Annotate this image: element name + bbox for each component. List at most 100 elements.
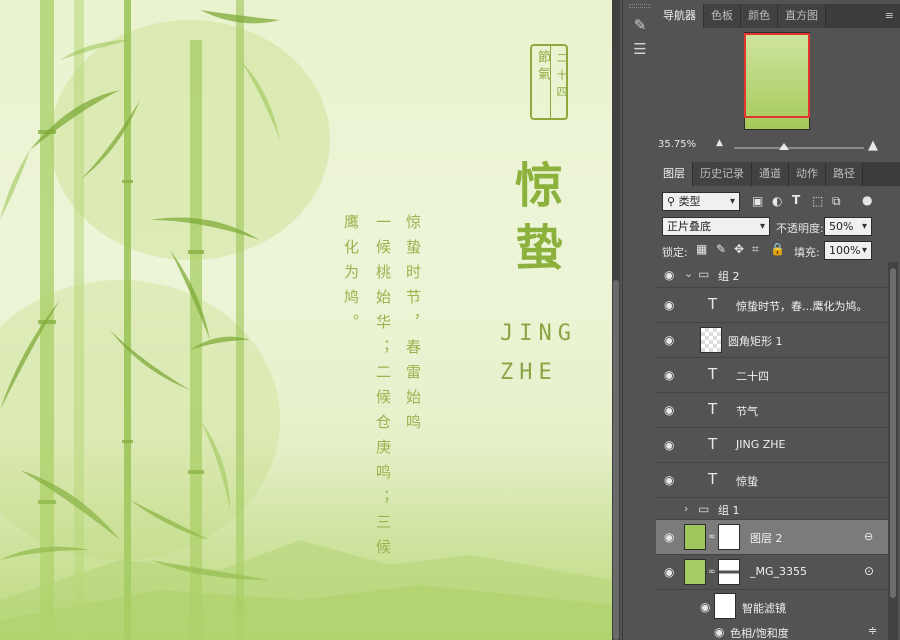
- document-canvas[interactable]: 節氣 二十四 惊蛰 JING ZHE 惊蛰时节，春雷始鸣 一候桃始华；二候仓庚鸣…: [0, 0, 612, 640]
- layer-row-group-2[interactable]: ◉ ⌄ ▭ 组 2: [656, 262, 888, 288]
- link-icon[interactable]: ∞: [708, 567, 716, 577]
- eye-icon[interactable]: ◉: [664, 473, 674, 487]
- opacity-value: 50%: [829, 220, 854, 233]
- chevron-down-icon: ▾: [861, 245, 867, 256]
- layer-name: 组 2: [718, 270, 740, 283]
- lock-all-icon[interactable]: 🔒: [770, 242, 785, 256]
- eye-icon[interactable]: ◉: [664, 368, 674, 382]
- layer-name: _MG_3355: [750, 565, 808, 578]
- layer-name: 节气: [736, 405, 758, 418]
- tab-channels[interactable]: 通道: [752, 162, 789, 186]
- adjust-sliders-icon[interactable]: ☰: [627, 36, 653, 62]
- filter-options-icon[interactable]: ≑: [868, 624, 877, 637]
- mask-thumbnail: [718, 559, 740, 585]
- tab-layers[interactable]: 图层: [656, 162, 693, 186]
- zoom-out-icon[interactable]: ▲: [716, 138, 723, 148]
- filter-pixel-icon[interactable]: ▣: [752, 194, 763, 208]
- layer-row-layer-2[interactable]: ◉ ∞ 图层 2 ⊖: [656, 520, 888, 555]
- seal-divider: [550, 46, 551, 118]
- layer-row-poem-text[interactable]: ◉ T 惊蛰时节，春...鹰化为鸠。: [656, 288, 888, 323]
- layer-row-jieqi[interactable]: ◉ T 节气: [656, 393, 888, 428]
- scrollbar-thumb[interactable]: [890, 268, 896, 598]
- chain-icon[interactable]: ⊖: [864, 530, 873, 543]
- fill-value: 100%: [829, 244, 861, 257]
- tab-actions[interactable]: 动作: [789, 162, 826, 186]
- seal-number-text: 二十四: [555, 52, 568, 103]
- brush-icon[interactable]: ✎: [627, 12, 653, 38]
- layers-tabbar: 图层 历史记录 通道 动作 路径: [656, 162, 900, 186]
- lock-artboard-icon[interactable]: ⌗: [752, 242, 759, 257]
- zoom-in-icon[interactable]: ▲: [868, 138, 878, 153]
- eye-icon[interactable]: ◉: [664, 530, 674, 544]
- filter-adjustment-icon[interactable]: ◐: [772, 194, 782, 208]
- filter-kind-value: 类型: [678, 195, 701, 208]
- strip-grip[interactable]: [629, 4, 651, 8]
- eye-icon[interactable]: ◉: [664, 438, 674, 452]
- filter-mask-thumbnail: [714, 593, 736, 619]
- blend-mode-select[interactable]: 正片叠底 ▾: [662, 217, 770, 236]
- poem-column-1: 惊蛰时节，春雷始鸣: [404, 214, 422, 439]
- opacity-field[interactable]: 50% ▾: [824, 217, 872, 236]
- smart-filter-icon[interactable]: ⊙: [864, 564, 874, 578]
- layer-name: 二十四: [736, 370, 769, 383]
- lock-label: 锁定:: [662, 246, 688, 259]
- eye-icon[interactable]: ◉: [664, 298, 674, 312]
- title-pinyin-jing: JING: [500, 321, 577, 346]
- layer-row-rounded-rect[interactable]: ◉ 圆角矩形 1: [656, 323, 888, 358]
- layer-row-smart-filter[interactable]: ◉ 智能滤镜: [656, 590, 888, 622]
- panel-icon-strip: ✎ ☰: [622, 0, 656, 640]
- tab-swatches[interactable]: 色板: [704, 4, 741, 28]
- layers-scrollbar[interactable]: [888, 262, 898, 640]
- filter-smart-object-icon[interactable]: ⧉: [832, 194, 841, 209]
- zoom-slider-knob[interactable]: [779, 143, 789, 150]
- type-layer-icon: T: [708, 470, 718, 488]
- tab-navigator[interactable]: 导航器: [656, 4, 704, 28]
- lock-image-icon[interactable]: ✎: [716, 242, 726, 256]
- panel-menu-icon[interactable]: ≡: [885, 9, 894, 22]
- eye-icon[interactable]: ◉: [664, 333, 674, 347]
- tab-color[interactable]: 颜色: [741, 4, 778, 28]
- filter-shape-icon[interactable]: ⬚: [812, 194, 823, 208]
- scrollbar-thumb[interactable]: [613, 280, 619, 640]
- fill-field[interactable]: 100% ▾: [824, 241, 872, 260]
- layer-row-jingzhe-en[interactable]: ◉ T JING ZHE: [656, 428, 888, 463]
- eye-icon[interactable]: ◉: [664, 403, 674, 417]
- filter-kind-select[interactable]: ⚲ 类型 ▾: [662, 192, 740, 211]
- type-layer-icon: T: [708, 435, 718, 453]
- canvas-vertical-scrollbar[interactable]: [612, 0, 620, 640]
- link-icon[interactable]: ∞: [708, 532, 716, 542]
- eye-icon[interactable]: ◉: [714, 625, 724, 639]
- navigator-view-box[interactable]: [744, 33, 810, 118]
- lock-transparent-icon[interactable]: ▦: [696, 242, 707, 256]
- chevron-right-icon[interactable]: ›: [684, 502, 688, 515]
- filter-type-icon[interactable]: T: [792, 193, 800, 207]
- layer-thumbnail: [700, 327, 722, 353]
- layer-row-twentyfour[interactable]: ◉ T 二十四: [656, 358, 888, 393]
- eye-icon[interactable]: ◉: [664, 268, 674, 282]
- layer-row-hue-sat[interactable]: ◉ 色相/饱和度 ≑: [656, 622, 888, 640]
- search-icon: ⚲: [667, 195, 679, 208]
- layer-row-jingzhe-cn[interactable]: ◉ T 惊蛰: [656, 463, 888, 498]
- opacity-label: 不透明度:: [776, 222, 824, 235]
- zoom-slider[interactable]: [734, 147, 864, 149]
- tab-histogram[interactable]: 直方图: [778, 4, 826, 28]
- poem-column-2: 一候桃始华；二候仓庚鸣；三候: [374, 214, 392, 564]
- tab-paths[interactable]: 路径: [826, 162, 863, 186]
- eye-icon[interactable]: ◉: [700, 600, 710, 614]
- eye-icon[interactable]: ◉: [664, 565, 674, 579]
- layer-row-group-1[interactable]: › ▭ 组 1: [656, 498, 888, 520]
- layer-thumbnail: [684, 524, 706, 550]
- lock-position-icon[interactable]: ✥: [734, 242, 744, 256]
- chevron-down-icon: ▾: [729, 196, 735, 207]
- layer-row-mg3355[interactable]: ◉ ∞ _MG_3355 ⊙: [656, 555, 888, 590]
- layer-name: 惊蛰: [736, 475, 758, 488]
- folder-icon: ▭: [698, 267, 710, 281]
- layer-name: 圆角矩形 1: [728, 335, 783, 348]
- layer-name: JING ZHE: [736, 438, 786, 451]
- chevron-down-icon[interactable]: ⌄: [684, 267, 693, 280]
- tab-history[interactable]: 历史记录: [693, 162, 752, 186]
- layer-name: 智能滤镜: [742, 602, 786, 615]
- filter-toggle-icon[interactable]: ●: [862, 193, 872, 207]
- zoom-field[interactable]: 35.75%: [658, 139, 700, 155]
- chevron-down-icon: ▾: [759, 221, 765, 232]
